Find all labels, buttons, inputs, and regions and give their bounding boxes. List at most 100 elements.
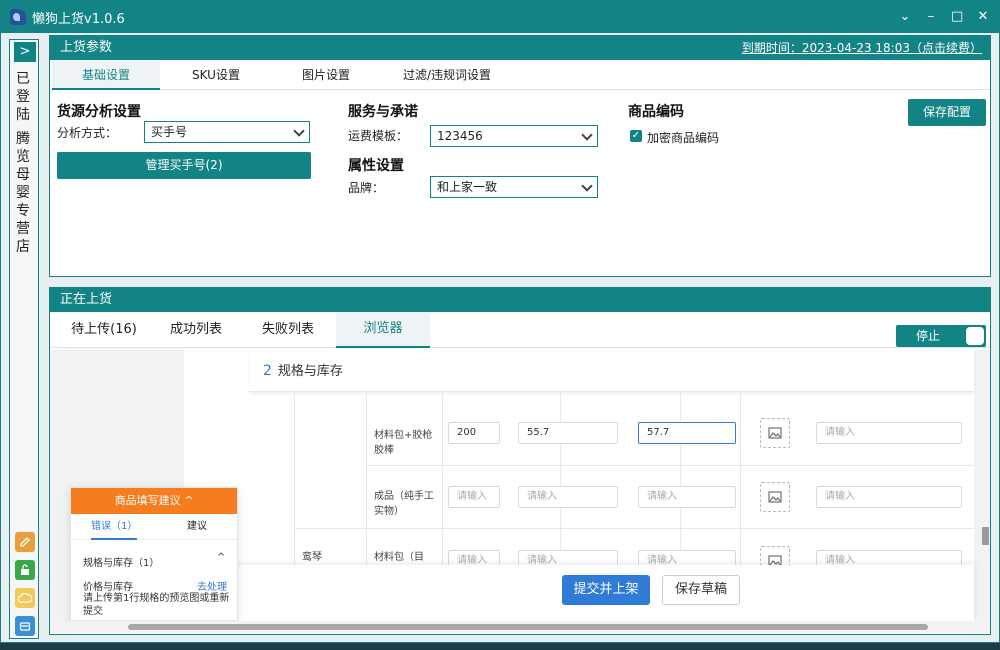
collapse-icon[interactable]: ⌄ bbox=[899, 10, 911, 23]
unlock-button[interactable] bbox=[15, 560, 35, 580]
sku-name: 成品（纯手工实物） bbox=[374, 491, 434, 517]
close-icon[interactable]: ✕ bbox=[977, 10, 989, 23]
error-group-title[interactable]: 规格与库存（1） bbox=[83, 554, 159, 569]
grid-divider bbox=[442, 392, 443, 565]
grid-divider bbox=[560, 392, 561, 565]
toggle-knob bbox=[966, 327, 984, 345]
freight-template-select[interactable]: 123456 bbox=[430, 125, 598, 147]
app-window: 懒狗上货v1.0.6 ⌄ – □ ✕ > 已登陆 腾览母婴专营店 上货参数 到期… bbox=[0, 0, 1000, 643]
tab-filter-settings[interactable]: 过滤/违规词设置 bbox=[382, 60, 512, 90]
sku-name: 材料包（目 bbox=[374, 552, 424, 563]
upload-panel-header: 正在上货 bbox=[50, 288, 990, 312]
grid-divider bbox=[740, 392, 741, 565]
tab-success[interactable]: 成功列表 bbox=[154, 312, 238, 348]
code-input[interactable]: 请输入 bbox=[816, 486, 962, 508]
image-upload-box[interactable] bbox=[760, 482, 790, 512]
stop-toggle[interactable]: 停止 bbox=[896, 325, 986, 347]
cloud-icon bbox=[18, 593, 32, 603]
sku-name: 材料包+胶枪胶棒 bbox=[374, 430, 433, 456]
params-panel-title: 上货参数 bbox=[60, 40, 113, 55]
vertical-scrollbar[interactable] bbox=[980, 392, 990, 622]
encrypt-code-label: 加密商品编码 bbox=[647, 131, 720, 145]
suggestion-panel: 商品填写建议 ^ 错误（1） 建议 规格与库存（1） ^ 价格与库存 去处理 请… bbox=[70, 487, 238, 621]
save-config-button[interactable]: 保存配置 bbox=[908, 99, 986, 126]
grid-divider bbox=[294, 392, 295, 565]
chevron-down-icon bbox=[293, 125, 305, 137]
app-logo-icon bbox=[10, 9, 26, 25]
attribute-settings-title: 属性设置 bbox=[348, 158, 404, 174]
maximize-icon[interactable]: □ bbox=[951, 10, 963, 23]
freight-template-value: 123456 bbox=[437, 129, 483, 143]
suggestion-header[interactable]: 商品填写建议 ^ bbox=[71, 488, 237, 514]
params-panel: 上货参数 到期时间：2023-04-23 18:03（点击续费） 基础设置 SK… bbox=[49, 35, 991, 277]
form-footer: 提交并上架 保存草稿 bbox=[184, 565, 974, 621]
manage-buyer-accounts-button[interactable]: 管理买手号(2) bbox=[57, 152, 311, 179]
price2-input[interactable]: 请输入 bbox=[638, 486, 736, 508]
section-number: 2 bbox=[263, 363, 272, 379]
save-draft-button[interactable]: 保存草稿 bbox=[662, 575, 740, 605]
edit-icon bbox=[20, 537, 30, 547]
params-panel-header: 上货参数 到期时间：2023-04-23 18:03（点击续费） bbox=[50, 36, 990, 60]
chevron-down-icon bbox=[581, 180, 593, 192]
submit-publish-button[interactable]: 提交并上架 bbox=[562, 575, 650, 605]
sidebar: > 已登陆 腾览母婴专营店 bbox=[9, 39, 39, 639]
edit-button[interactable] bbox=[15, 532, 35, 552]
image-icon bbox=[768, 427, 782, 439]
tab-sku-settings[interactable]: SKU设置 bbox=[162, 60, 270, 90]
expiry-renew-link[interactable]: 到期时间：2023-04-23 18:03（点击续费） bbox=[742, 36, 982, 60]
chevron-up-icon[interactable]: ^ bbox=[217, 552, 225, 563]
section-header: 2 规格与库存 bbox=[249, 350, 974, 392]
store-icon bbox=[19, 622, 31, 631]
tab-image-settings[interactable]: 图片设置 bbox=[272, 60, 380, 90]
cloud-button[interactable] bbox=[15, 588, 35, 608]
error-item-title: 价格与库存 bbox=[83, 582, 133, 593]
stock-input[interactable]: 请输入 bbox=[448, 486, 500, 508]
price-input[interactable]: 请输入 bbox=[518, 486, 618, 508]
expand-sidebar-button[interactable]: > bbox=[14, 42, 36, 62]
horizontal-scrollbar[interactable] bbox=[50, 621, 976, 633]
grid-divider bbox=[680, 392, 681, 565]
analysis-method-select[interactable]: 买手号 bbox=[144, 121, 310, 143]
service-title: 服务与承诺 bbox=[348, 104, 418, 120]
embedded-browser: 2 规格与库存 材料包+胶枪胶棒 200 55.7 57.7 请输入 成品（纯手… bbox=[50, 350, 990, 633]
login-status: 已登陆 bbox=[16, 71, 30, 123]
tab-suggestions[interactable]: 建议 bbox=[187, 514, 207, 540]
price-input[interactable]: 55.7 bbox=[518, 422, 618, 444]
brand-select[interactable]: 和上家一致 bbox=[430, 176, 598, 198]
chevron-down-icon bbox=[581, 129, 593, 141]
shop-name: 腾览母婴专营店 bbox=[16, 131, 30, 255]
source-settings-title: 货源分析设置 bbox=[57, 104, 141, 120]
scroll-thumb[interactable] bbox=[128, 624, 928, 630]
upload-panel: 正在上货 待上传(16) 成功列表 失败列表 浏览器 停止 2 规格与库存 材料… bbox=[49, 287, 991, 635]
tab-pending[interactable]: 待上传(16) bbox=[56, 312, 152, 348]
stock-input[interactable]: 200 bbox=[448, 422, 500, 444]
tab-failed[interactable]: 失败列表 bbox=[246, 312, 330, 348]
analysis-method-label: 分析方式： bbox=[57, 126, 118, 140]
app-title: 懒狗上货v1.0.6 bbox=[32, 11, 125, 27]
minimize-icon[interactable]: – bbox=[925, 10, 937, 23]
upload-tabs: 待上传(16) 成功列表 失败列表 浏览器 bbox=[50, 312, 990, 348]
upload-panel-title: 正在上货 bbox=[60, 292, 113, 307]
code-input[interactable]: 请输入 bbox=[816, 422, 962, 444]
tab-basic-settings[interactable]: 基础设置 bbox=[52, 60, 160, 90]
tab-errors[interactable]: 错误（1） bbox=[91, 514, 138, 540]
price2-input[interactable]: 57.7 bbox=[638, 422, 736, 444]
brand-value: 和上家一致 bbox=[437, 180, 498, 194]
encrypt-code-checkbox[interactable]: ✓ bbox=[630, 130, 642, 142]
tab-browser[interactable]: 浏览器 bbox=[336, 312, 430, 348]
freight-template-label: 运费模板： bbox=[348, 129, 409, 143]
handle-link[interactable]: 去处理 bbox=[197, 578, 227, 593]
analysis-method-value: 买手号 bbox=[151, 125, 188, 139]
image-upload-box[interactable] bbox=[760, 418, 790, 448]
unlock-icon bbox=[21, 564, 29, 575]
error-item-desc: 请上传第1行规格的预览图或重新提交 bbox=[83, 593, 230, 617]
image-icon bbox=[768, 491, 782, 503]
store-button[interactable] bbox=[15, 616, 35, 636]
window-controls: ⌄ – □ ✕ bbox=[899, 1, 989, 33]
sku-group: 鸾琴 bbox=[302, 552, 322, 563]
title-bar: 懒狗上货v1.0.6 ⌄ – □ ✕ bbox=[1, 1, 999, 33]
suggestion-tabs: 错误（1） 建议 bbox=[71, 514, 237, 540]
params-tabs: 基础设置 SKU设置 图片设置 过滤/违规词设置 bbox=[50, 60, 990, 90]
scroll-thumb[interactable] bbox=[982, 527, 989, 545]
stop-toggle-label: 停止 bbox=[916, 329, 941, 343]
